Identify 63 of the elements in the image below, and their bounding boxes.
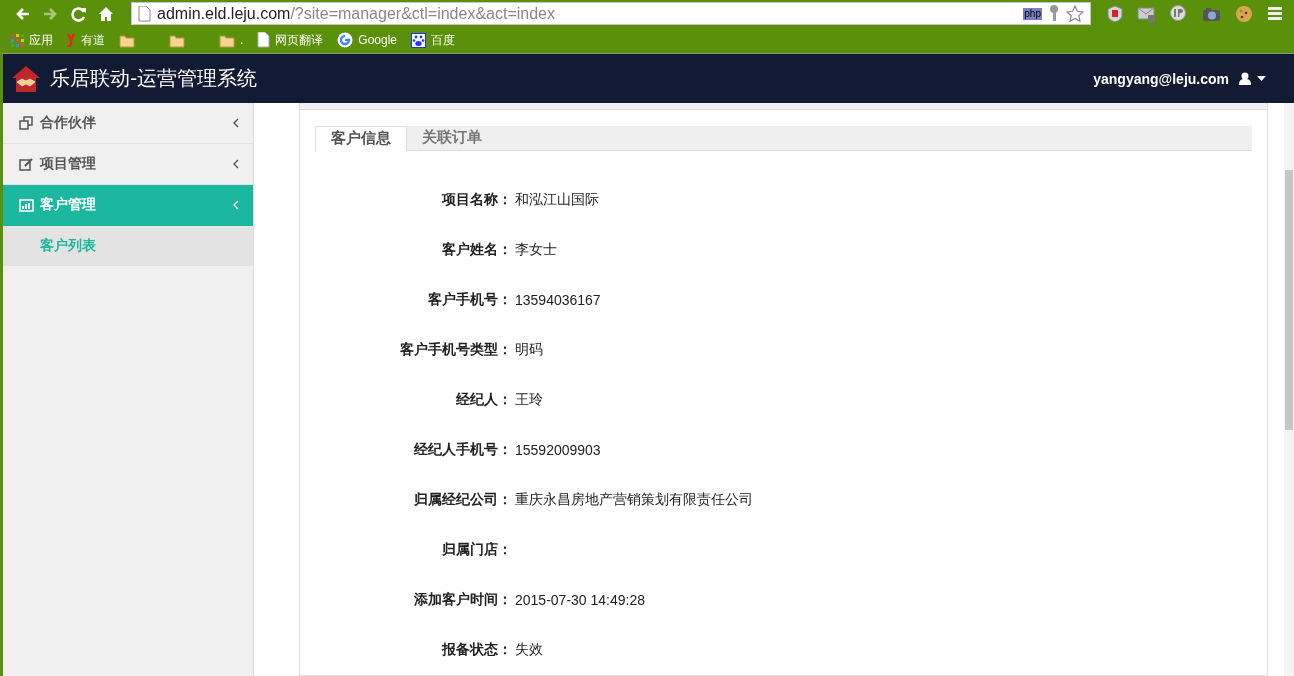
chart-icon (19, 198, 34, 212)
field-label: 经纪人： (455, 391, 512, 409)
page-icon[interactable] (257, 32, 271, 48)
field-value: 和泓江山国际 (515, 191, 599, 209)
house-logo-icon (11, 64, 41, 93)
caret-icon[interactable] (1257, 76, 1266, 81)
page-icon (138, 5, 151, 22)
folder-icon[interactable] (219, 32, 235, 48)
bookmark-link[interactable]: 有道 (81, 31, 105, 49)
sidebar-item[interactable]: 合作伙伴 (3, 103, 253, 144)
key-icon[interactable] (1048, 5, 1060, 22)
field-value: 15592009903 (515, 442, 601, 458)
bookmark-link[interactable]: Google (358, 33, 398, 47)
field-label: 项目名称： (440, 191, 512, 209)
sidebar-item[interactable]: 客户管理 (3, 185, 253, 226)
field-label: 客户手机号： (427, 291, 512, 309)
field-value: 13594036167 (515, 292, 601, 308)
reload-icon[interactable] (71, 5, 87, 22)
field-value: 2015-07-30 14:49:28 (515, 592, 645, 608)
scrollbar-thumb[interactable] (1285, 170, 1293, 430)
address-bar[interactable]: admin.eld.leju.com/?site=manager&ctl=index&act=index php (131, 2, 1091, 25)
url-text: admin.eld.leju.com/?site=manager&ctl=index&act=index (157, 4, 556, 23)
app-title: 乐居联动-运营管理系统 (50, 65, 259, 92)
menu-icon[interactable] (1267, 5, 1283, 22)
bookmark-link[interactable]: 应用 (29, 31, 53, 49)
home-icon[interactable] (98, 5, 114, 22)
star-icon[interactable] (1066, 5, 1084, 22)
tab[interactable]: 客户信息 (315, 125, 407, 151)
folder-icon[interactable] (119, 32, 135, 48)
chevron-left-icon (233, 118, 239, 128)
field-label: 归属经纪公司： (413, 491, 512, 509)
cookie-icon[interactable] (1235, 4, 1253, 23)
camera-icon[interactable] (1202, 5, 1221, 22)
field-label: 客户姓名： (441, 241, 512, 259)
user-email[interactable]: yangyang@leju.com (1093, 70, 1229, 87)
shield-icon[interactable] (1107, 5, 1123, 22)
php-badge[interactable]: php (1023, 7, 1042, 20)
bookmark-link[interactable]: . (240, 33, 244, 47)
mail-icon[interactable] (1137, 4, 1156, 23)
field-value: 明码 (515, 341, 543, 359)
field-label: 报备状态： (440, 641, 512, 659)
tab[interactable]: 关联订单 (407, 125, 497, 150)
scrollbar[interactable] (1284, 103, 1294, 676)
field-label: 添加客户时间： (413, 591, 512, 609)
field-value: 失效 (515, 641, 543, 659)
field-label: 经纪人手机号： (413, 441, 512, 459)
chevron-left-icon (233, 159, 239, 169)
field-value: 王玲 (515, 391, 543, 409)
paw-icon[interactable] (411, 32, 427, 48)
field-label: 归属门店： (441, 541, 512, 559)
chevron-left-icon (233, 200, 239, 210)
folder-icon[interactable] (169, 32, 185, 48)
grid-icon[interactable] (11, 33, 24, 47)
field-value: 重庆永昌房地产营销策划有限责任公司 (515, 491, 753, 509)
field-label: 客户手机号类型： (399, 341, 512, 359)
field-value: 李女士 (515, 241, 557, 259)
edit-icon (19, 157, 34, 171)
google-icon[interactable] (337, 32, 354, 48)
copy-icon (19, 116, 34, 130)
bookmark-link[interactable]: 百度 (431, 31, 456, 49)
user-icon[interactable] (1239, 72, 1251, 85)
bookmark-link[interactable]: 网页翻译 (275, 31, 324, 49)
sidebar-subitem[interactable]: 客户列表 (3, 226, 253, 266)
